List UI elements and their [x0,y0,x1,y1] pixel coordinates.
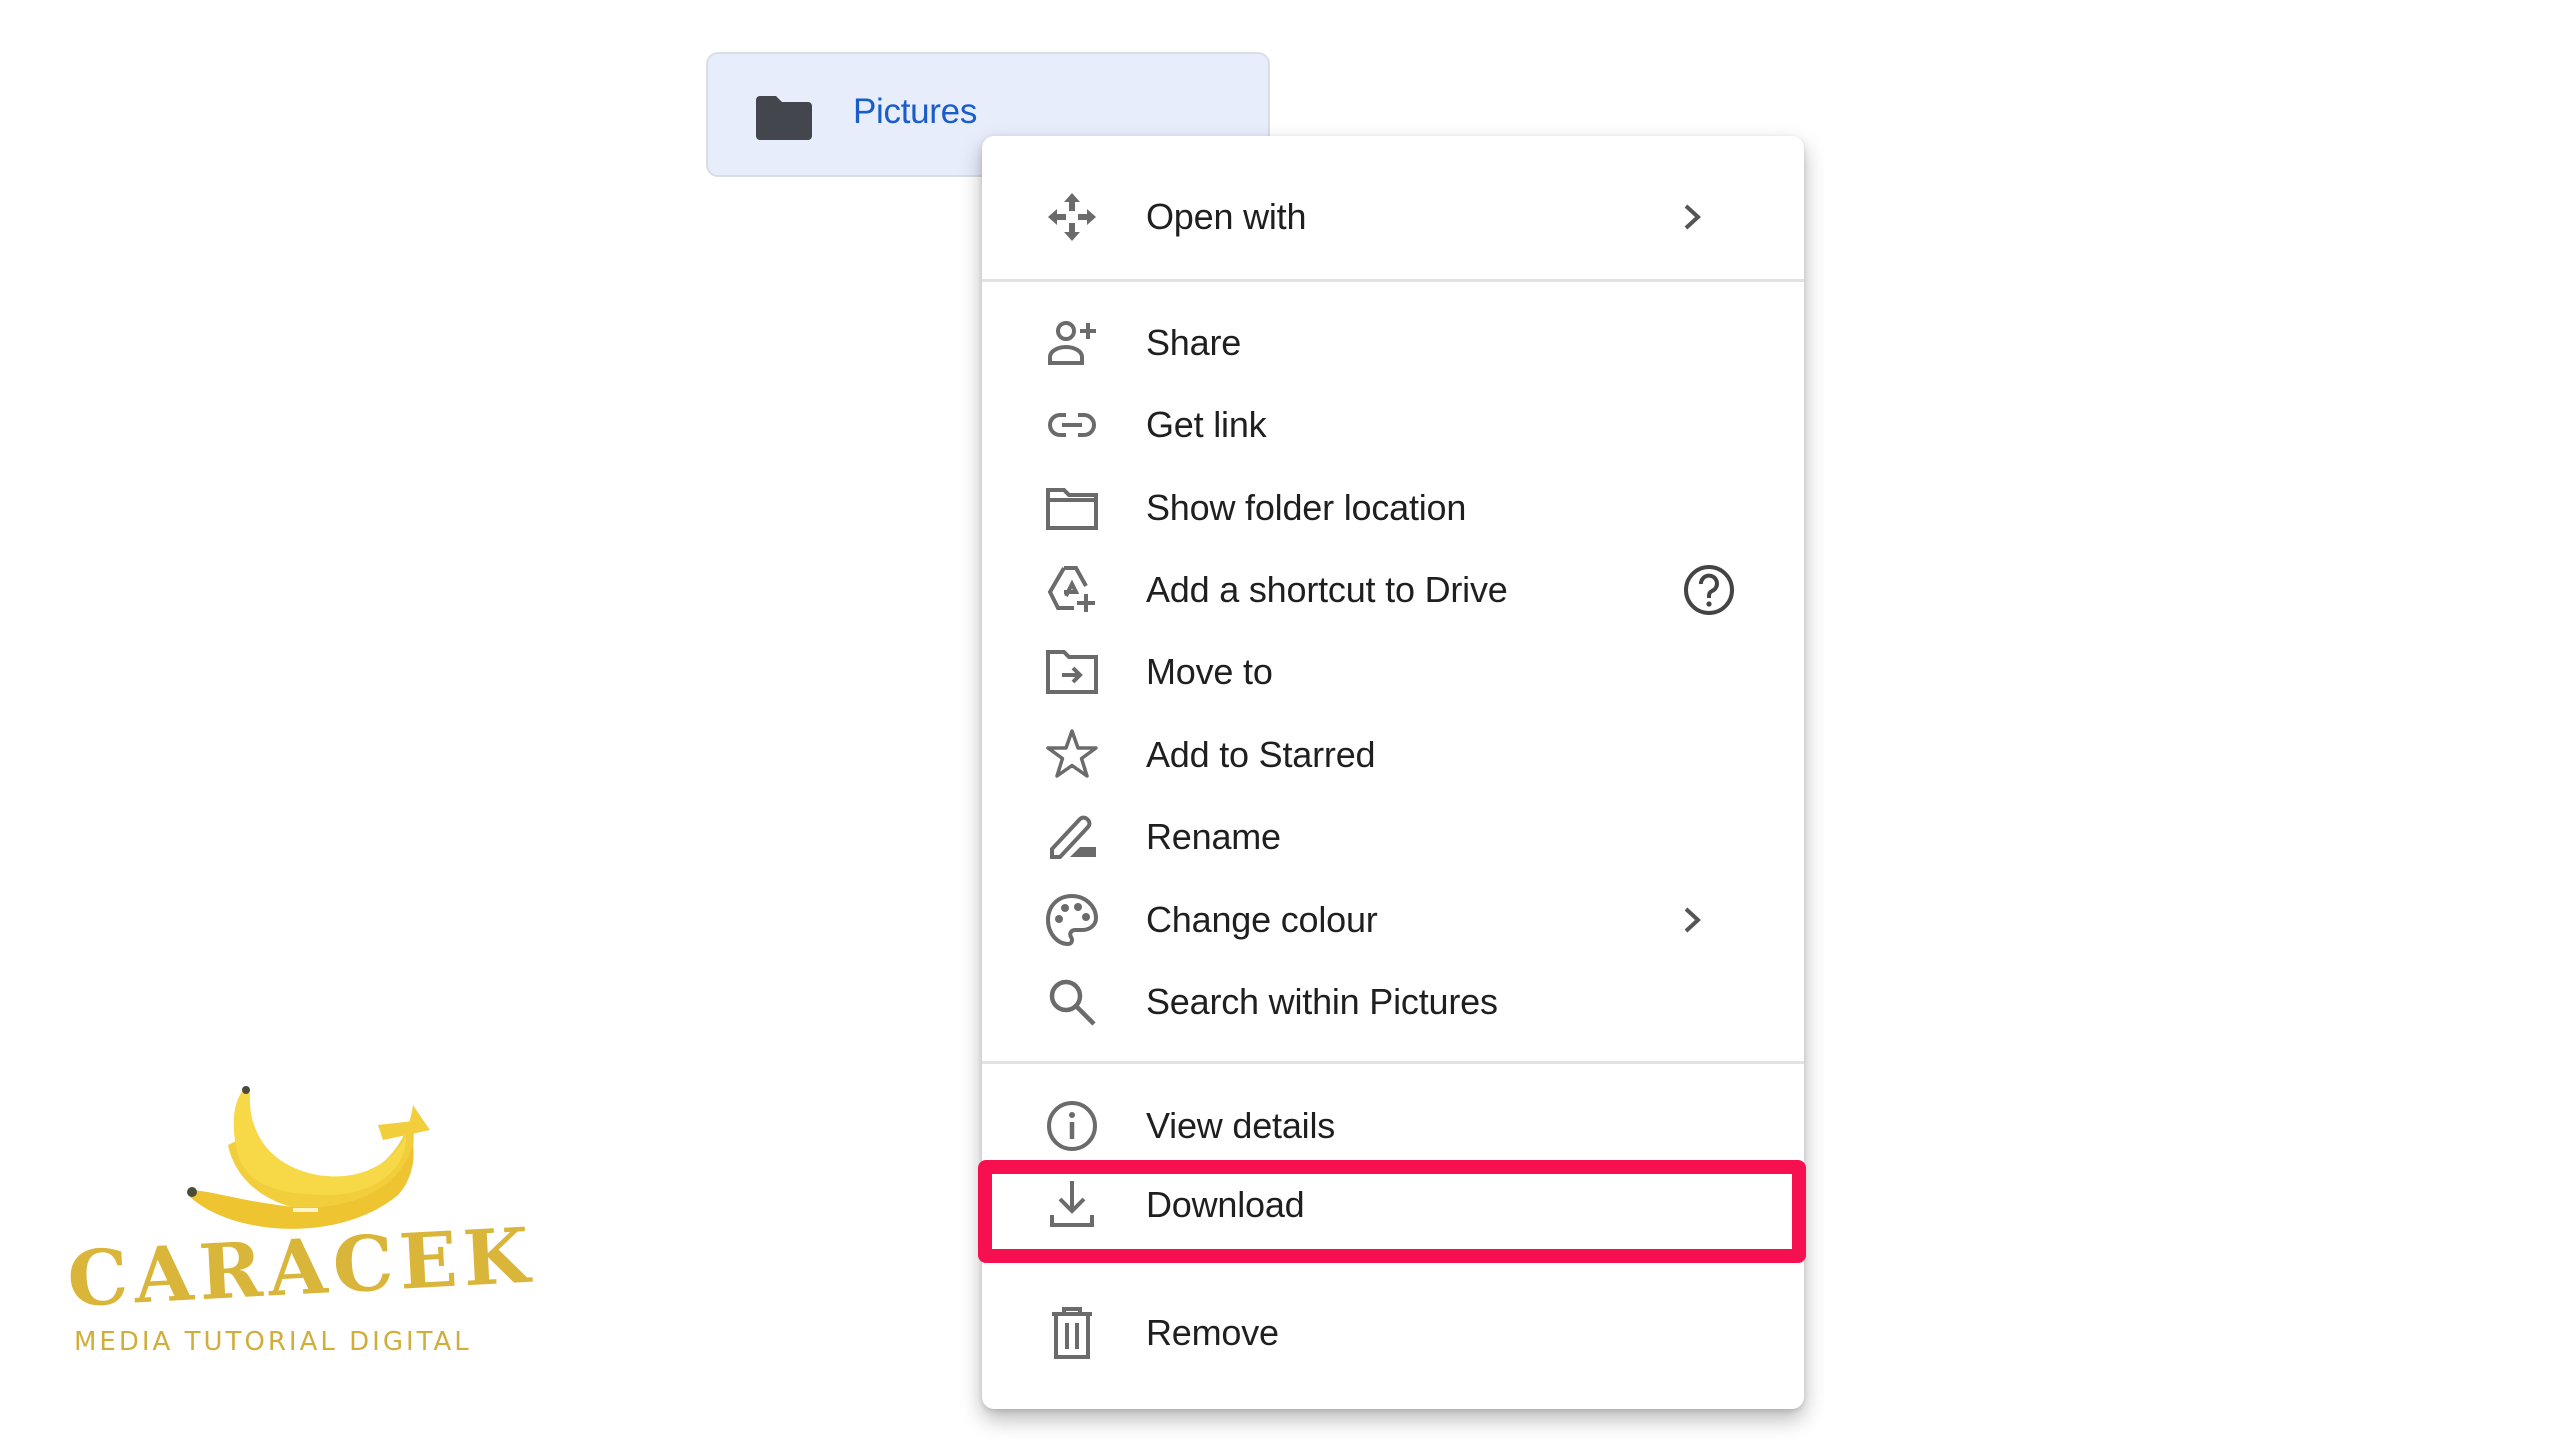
help-icon[interactable] [1682,563,1736,617]
menu-item-label: View details [1146,1105,1336,1146]
chevron-right-icon [1684,907,1701,933]
person-add-icon [1044,315,1100,371]
menu-item-show-folder-location[interactable]: Show folder location [982,467,1804,549]
menu-item-label: Search within Pictures [1146,981,1498,1022]
menu-item-label: Add a shortcut to Drive [1146,569,1508,610]
menu-item-label: Change colour [1146,899,1378,940]
palette-icon [1044,892,1100,948]
chevron-right-icon [1684,204,1701,230]
menu-item-label: Show folder location [1146,487,1467,528]
link-icon [1044,397,1100,453]
menu-item-change-colour[interactable]: Change colour [982,879,1804,961]
menu-item-search-within[interactable]: Search within Pictures [982,961,1804,1043]
menu-item-label: Share [1146,322,1242,363]
menu-item-add-to-starred[interactable]: Add to Starred [982,714,1804,796]
menu-item-move-to[interactable]: Move to [982,631,1804,713]
drive-shortcut-icon [1044,562,1100,618]
search-icon [1044,974,1100,1030]
menu-item-label: Move to [1146,651,1273,692]
menu-item-remove[interactable]: Remove [982,1292,1804,1374]
open-with-icon [1044,189,1100,245]
menu-item-label: Open with [1146,196,1307,237]
context-menu: Open with Share Get link Show folder loc… [982,136,1804,1409]
menu-item-share[interactable]: Share [982,302,1804,384]
folder-name: Pictures [853,92,978,131]
download-icon [1044,1177,1100,1233]
folder-outline-icon [1044,480,1100,536]
caracek-logo: CARACEK MEDIA TUTORIAL DIGITAL [60,1085,537,1365]
star-icon [1044,727,1100,783]
trash-icon [1044,1305,1100,1361]
menu-item-label: Add to Starred [1146,734,1376,775]
menu-item-view-details[interactable]: View details [982,1085,1804,1167]
move-to-folder-icon [1044,644,1100,700]
info-icon [1044,1098,1100,1154]
menu-item-label: Rename [1146,816,1281,857]
menu-item-get-link[interactable]: Get link [982,384,1804,466]
menu-item-add-shortcut[interactable]: Add a shortcut to Drive [982,549,1804,631]
menu-item-label: Get link [1146,404,1267,445]
menu-item-open-with[interactable]: Open with [982,176,1804,258]
folder-icon [756,96,812,140]
logo-subtitle: MEDIA TUTORIAL DIGITAL [74,1327,472,1357]
logo-title: CARACEK [65,1210,538,1324]
menu-item-download[interactable]: Download [982,1164,1804,1246]
menu-divider [982,279,1804,282]
menu-item-rename[interactable]: Rename [982,796,1804,878]
menu-item-label: Remove [1146,1312,1279,1353]
pencil-icon [1044,809,1100,865]
menu-item-label: Download [1146,1184,1305,1225]
menu-divider [982,1061,1804,1064]
